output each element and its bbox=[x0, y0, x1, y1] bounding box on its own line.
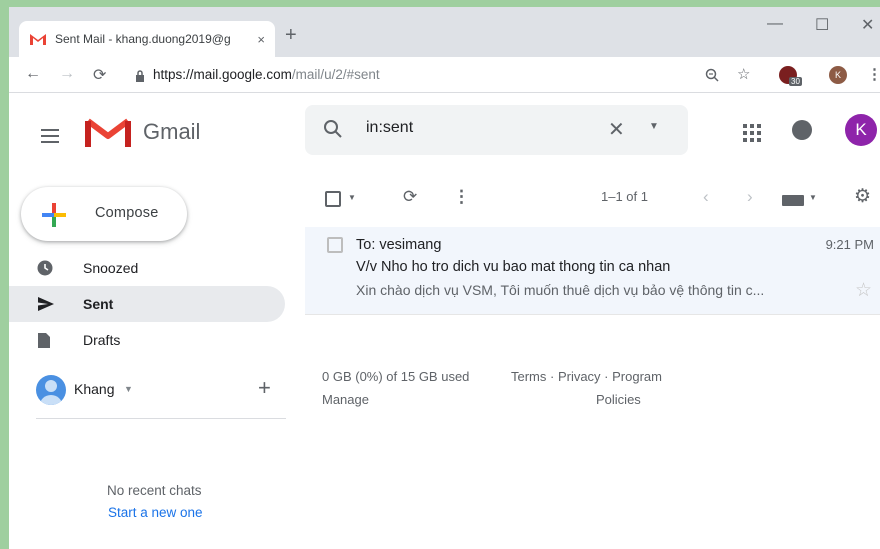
url-field[interactable]: https://mail.google.com/mail/u/2/#sent bbox=[153, 67, 380, 82]
start-new-chat-link[interactable]: Start a new one bbox=[108, 505, 203, 520]
send-icon bbox=[38, 297, 54, 311]
new-tab-button[interactable]: + bbox=[285, 25, 297, 45]
search-input[interactable]: in:sent bbox=[366, 119, 413, 137]
email-checkbox[interactable] bbox=[327, 237, 343, 253]
mail-toolbar: ▼ ⟳ ⋮ 1–1 of 1 ‹ › ▼ ⚙ bbox=[305, 179, 880, 219]
clock-icon bbox=[37, 260, 53, 276]
manage-storage-link[interactable]: Manage bbox=[322, 392, 369, 407]
status-dropdown-icon[interactable]: ▼ bbox=[124, 384, 133, 394]
policies-link[interactable]: Policies bbox=[596, 392, 641, 407]
settings-gear-icon[interactable]: ⚙ bbox=[854, 185, 871, 208]
reload-icon[interactable]: ⟳ bbox=[93, 65, 106, 85]
address-bar-row: ← → ⟳ https://mail.google.com/mail/u/2/#… bbox=[9, 57, 880, 93]
sidebar-item-drafts[interactable]: Drafts bbox=[9, 322, 285, 358]
chrome-menu-icon[interactable]: ⋮ bbox=[867, 65, 880, 83]
hangouts-avatar[interactable] bbox=[36, 375, 66, 405]
sidebar-item-sent[interactable]: Sent bbox=[9, 286, 285, 322]
new-conversation-icon[interactable]: + bbox=[258, 375, 271, 401]
profile-avatar[interactable]: K bbox=[829, 66, 847, 84]
email-time: 9:21 PM bbox=[825, 237, 874, 252]
refresh-icon[interactable]: ⟳ bbox=[403, 187, 417, 207]
sidebar-item-label: Drafts bbox=[83, 332, 121, 348]
input-tools-dropdown-icon[interactable]: ▼ bbox=[809, 193, 817, 202]
notifications-icon[interactable] bbox=[792, 120, 812, 140]
sidebar-item-label: Snoozed bbox=[83, 260, 139, 276]
star-icon[interactable]: ☆ bbox=[855, 279, 872, 302]
hangouts-user-name[interactable]: Khang bbox=[74, 381, 114, 397]
clear-search-icon[interactable]: ✕ bbox=[608, 117, 625, 142]
main-menu-icon[interactable] bbox=[41, 125, 59, 147]
title-bar: Sent Mail - khang.duong2019@g × + — ☐ ✕ bbox=[9, 7, 880, 57]
keyboard-icon[interactable] bbox=[782, 195, 804, 206]
sidebar-item-snoozed[interactable]: Snoozed bbox=[9, 250, 285, 286]
extension-badge: 30 bbox=[789, 77, 802, 86]
more-actions-icon[interactable]: ⋮ bbox=[453, 187, 470, 207]
select-all-checkbox[interactable] bbox=[325, 191, 341, 207]
zoom-icon[interactable] bbox=[705, 68, 719, 82]
search-icon[interactable] bbox=[323, 119, 343, 139]
email-row[interactable]: To: vesimang 9:21 PM V/v Nho ho tro dich… bbox=[305, 227, 880, 315]
browser-tab[interactable]: Sent Mail - khang.duong2019@g × bbox=[19, 21, 275, 57]
older-chevron-icon[interactable]: › bbox=[747, 187, 753, 207]
draft-icon bbox=[38, 333, 50, 348]
select-dropdown-icon[interactable]: ▼ bbox=[348, 193, 356, 202]
tab-title: Sent Mail - khang.duong2019@g bbox=[55, 32, 231, 46]
email-recipient: To: vesimang bbox=[356, 237, 442, 253]
no-chats-text: No recent chats bbox=[107, 483, 202, 498]
email-snippet: Xin chào dịch vụ VSM, Tôi muốn thuê dịch… bbox=[356, 282, 765, 298]
url-path: /mail/u/2/#sent bbox=[291, 67, 380, 82]
bookmark-star-icon[interactable]: ☆ bbox=[737, 65, 750, 83]
search-options-dropdown-icon[interactable]: ▼ bbox=[649, 121, 659, 132]
close-window-button[interactable]: ✕ bbox=[861, 15, 874, 35]
footer-links[interactable]: Terms · Privacy · Program bbox=[511, 369, 662, 384]
newer-chevron-icon[interactable]: ‹ bbox=[703, 187, 709, 207]
browser-window: Sent Mail - khang.duong2019@g × + — ☐ ✕ … bbox=[0, 0, 880, 549]
pagination-count: 1–1 of 1 bbox=[601, 189, 648, 204]
sidebar-item-label: Sent bbox=[83, 296, 114, 312]
url-host: https://mail.google.com bbox=[153, 67, 292, 82]
forward-arrow-icon[interactable]: → bbox=[59, 65, 75, 83]
account-avatar[interactable]: K bbox=[845, 114, 877, 146]
back-arrow-icon[interactable]: ← bbox=[25, 65, 41, 83]
minimize-button[interactable]: — bbox=[767, 15, 783, 33]
tab-close-icon[interactable]: × bbox=[257, 32, 265, 47]
email-subject: V/v Nho ho tro dich vu bao mat thong tin… bbox=[356, 259, 671, 275]
search-bar[interactable]: in:sent ✕ ▼ bbox=[305, 105, 688, 155]
gmail-favicon-icon bbox=[30, 34, 46, 45]
person-icon bbox=[40, 380, 62, 405]
apps-grid-icon[interactable] bbox=[742, 123, 762, 143]
lock-icon bbox=[136, 70, 144, 82]
compose-plus-icon bbox=[42, 203, 66, 227]
compose-button[interactable]: Compose bbox=[21, 187, 187, 241]
gmail-wordmark: Gmail bbox=[143, 119, 201, 144]
storage-usage: 0 GB (0%) of 15 GB used bbox=[322, 369, 470, 384]
maximize-button[interactable]: ☐ bbox=[815, 15, 829, 35]
hangouts-section: Khang ▼ + bbox=[36, 373, 286, 419]
gmail-logo-icon bbox=[85, 118, 131, 147]
compose-label: Compose bbox=[95, 205, 159, 221]
